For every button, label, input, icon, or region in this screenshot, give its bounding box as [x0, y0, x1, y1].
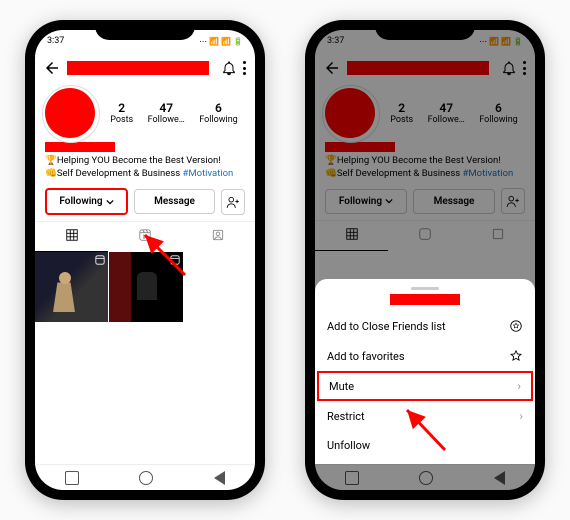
screen-right: 3:37 ⋯ 📶 📶 🔋 2 Posts 47 Followe… [315, 30, 535, 490]
sheet-item-close-friends[interactable]: Add to Close Friends list [315, 311, 535, 341]
following-bottom-sheet: Add to Close Friends list Add to favorit… [315, 279, 535, 464]
tab-posts[interactable] [35, 222, 108, 252]
notch [375, 20, 475, 40]
chevron-right-icon: › [517, 379, 521, 393]
close-friends-icon [509, 319, 523, 333]
bio-name [45, 142, 115, 152]
tagged-icon [211, 228, 225, 242]
sheet-item-mute[interactable]: Mute › [317, 371, 533, 401]
screen-left: 3:37 ⋯ 📶 📶 🔋 2 Posts 47 Followe… [35, 30, 255, 490]
stat-posts[interactable]: 2 Posts [110, 101, 133, 125]
message-button[interactable]: Message [134, 189, 215, 214]
suggested-users-button[interactable] [221, 189, 245, 215]
stat-following[interactable]: 6 Following [199, 101, 238, 125]
reel-badge-icon [95, 255, 105, 265]
reel-badge-icon [170, 255, 180, 265]
sheet-item-favorites[interactable]: Add to favorites [315, 341, 535, 371]
sheet-item-restrict[interactable]: Restrict › [315, 401, 535, 431]
profile-header: 2 Posts 47 Followe… 6 Following [35, 84, 255, 138]
stats-row: 2 Posts 47 Followe… 6 Following [103, 101, 245, 125]
bio-line1-emoji: 🏆 [45, 155, 57, 166]
nav-recent-button[interactable] [65, 471, 79, 485]
reels-icon [138, 228, 152, 242]
grid-icon [65, 228, 79, 242]
tab-reels[interactable] [108, 222, 181, 252]
content-tabs [35, 221, 255, 252]
sheet-handle[interactable] [411, 287, 439, 290]
phone-right: 3:37 ⋯ 📶 📶 🔋 2 Posts 47 Followe… [305, 20, 545, 500]
bio: 🏆Helping YOU Become the Best Version! 👊S… [35, 138, 255, 186]
nav-back-button[interactable] [214, 471, 225, 485]
profile-username [67, 61, 209, 75]
status-right: ⋯ 📶 📶 🔋 [199, 37, 243, 46]
phone-left: 3:37 ⋯ 📶 📶 🔋 2 Posts 47 Followe… [25, 20, 265, 500]
system-nav-bar [35, 464, 255, 490]
sheet-username [390, 294, 460, 305]
chevron-down-icon [106, 198, 114, 206]
bio-line1: Helping YOU Become the Best Version! [57, 155, 221, 166]
status-time: 3:37 [47, 36, 64, 46]
post-thumbnail[interactable] [109, 252, 182, 322]
bio-line2: Self Development & Business [57, 168, 183, 179]
stat-followers[interactable]: 47 Followe… [148, 101, 185, 125]
posts-grid [35, 252, 255, 322]
back-icon[interactable] [43, 59, 61, 77]
more-options-icon[interactable] [243, 61, 247, 75]
following-button[interactable]: Following [45, 188, 128, 215]
chevron-right-icon: › [519, 409, 523, 423]
bio-hashtag[interactable]: #Motivation [183, 168, 234, 179]
action-buttons: Following Message [35, 186, 255, 221]
post-thumbnail[interactable] [35, 252, 108, 322]
add-user-icon [226, 196, 240, 208]
notch [95, 20, 195, 40]
nav-home-button[interactable] [139, 471, 153, 485]
tab-tagged[interactable] [182, 222, 255, 252]
notifications-icon[interactable] [221, 60, 237, 76]
sheet-item-unfollow[interactable]: Unfollow [315, 431, 535, 460]
avatar[interactable] [45, 88, 95, 138]
star-icon [509, 349, 523, 363]
bio-line2-emoji: 👊 [45, 168, 57, 179]
top-bar [35, 52, 255, 84]
